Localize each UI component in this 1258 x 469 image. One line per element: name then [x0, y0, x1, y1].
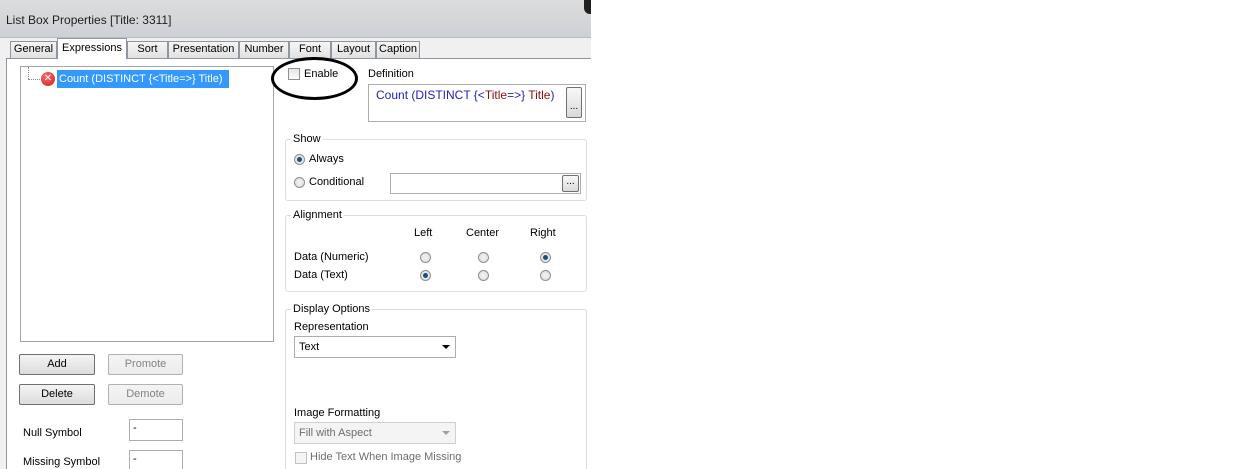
null-symbol-label: Null Symbol [23, 427, 82, 439]
numeric-center-radio[interactable] [478, 252, 489, 263]
definition-browse-button[interactable]: ... [566, 87, 582, 118]
hide-text-label: Hide Text When Image Missing [310, 451, 462, 463]
expression-list[interactable] [20, 66, 274, 342]
promote-button[interactable]: Promote [108, 354, 183, 375]
show-condition-browse-button[interactable]: ... [562, 175, 579, 192]
tab-font[interactable]: Font [289, 41, 331, 58]
display-options-group-title: Display Options [291, 303, 373, 315]
chevron-down-icon [442, 431, 450, 435]
tree-connector [28, 79, 40, 80]
show-always-label: Always [309, 153, 344, 165]
image-formatting-value: Fill with Aspect [299, 427, 372, 439]
tab-expressions[interactable]: Expressions [57, 38, 127, 59]
display-options-group [285, 309, 587, 469]
numeric-left-radio[interactable] [420, 252, 431, 263]
show-conditional-radio[interactable] [294, 177, 305, 188]
alignment-column-right: Right [530, 227, 556, 239]
tab-general[interactable]: General [10, 41, 57, 58]
show-condition-input[interactable] [390, 173, 581, 194]
tab-number[interactable]: Number [239, 41, 289, 58]
definition-token-operator: =>} [507, 88, 529, 102]
numeric-right-radio[interactable] [540, 252, 551, 263]
annotation-circle [271, 57, 358, 100]
alignment-column-center: Center [466, 227, 500, 239]
show-always-radio[interactable] [294, 154, 305, 165]
text-left-radio[interactable] [420, 270, 431, 281]
show-group-title: Show [291, 133, 323, 145]
null-symbol-input[interactable]: - [129, 419, 183, 441]
tab-caption[interactable]: Caption [376, 41, 420, 58]
missing-symbol-input[interactable]: - [129, 450, 183, 469]
definition-token-field: Title [484, 88, 508, 102]
window-title: List Box Properties [Title: 3311] [6, 13, 172, 27]
representation-label: Representation [294, 321, 369, 333]
tree-connector [28, 67, 29, 79]
representation-dropdown[interactable]: Text [294, 336, 456, 358]
alignment-group-title: Alignment [291, 209, 344, 221]
image-formatting-dropdown[interactable]: Fill with Aspect [294, 422, 456, 444]
error-icon: ✕ [41, 72, 55, 86]
tab-presentation[interactable]: Presentation [168, 41, 239, 58]
delete-button[interactable]: Delete [19, 384, 95, 405]
definition-token-field: Title [528, 88, 551, 102]
tab-sort[interactable]: Sort [127, 41, 168, 58]
show-conditional-label: Conditional [309, 176, 365, 188]
demote-button[interactable]: Demote [108, 384, 183, 405]
tab-layout[interactable]: Layout [331, 41, 376, 58]
definition-text: Count (DISTINCT {<Title=>} Title) [376, 88, 554, 102]
hide-text-checkbox[interactable] [295, 452, 307, 464]
alignment-row-numeric-label: Data (Numeric) [294, 251, 369, 263]
expression-list-item[interactable]: Count (DISTINCT {<Title=>} Title) [57, 70, 229, 88]
text-right-radio[interactable] [540, 270, 551, 281]
list-box-properties-dialog: List Box Properties [Title: 3311] Genera… [0, 0, 591, 469]
alignment-row-text-label: Data (Text) [294, 269, 348, 281]
definition-token-end: ) [550, 88, 555, 102]
definition-token-function: Count (DISTINCT {< [376, 88, 485, 102]
window-close-edge [584, 0, 591, 14]
representation-value: Text [299, 341, 320, 353]
add-button[interactable]: Add [19, 354, 95, 375]
alignment-column-left: Left [414, 227, 433, 239]
definition-label: Definition [368, 68, 414, 80]
text-center-radio[interactable] [478, 270, 489, 281]
image-formatting-label: Image Formatting [294, 407, 381, 419]
missing-symbol-label: Missing Symbol [23, 456, 101, 468]
chevron-down-icon [442, 345, 450, 349]
